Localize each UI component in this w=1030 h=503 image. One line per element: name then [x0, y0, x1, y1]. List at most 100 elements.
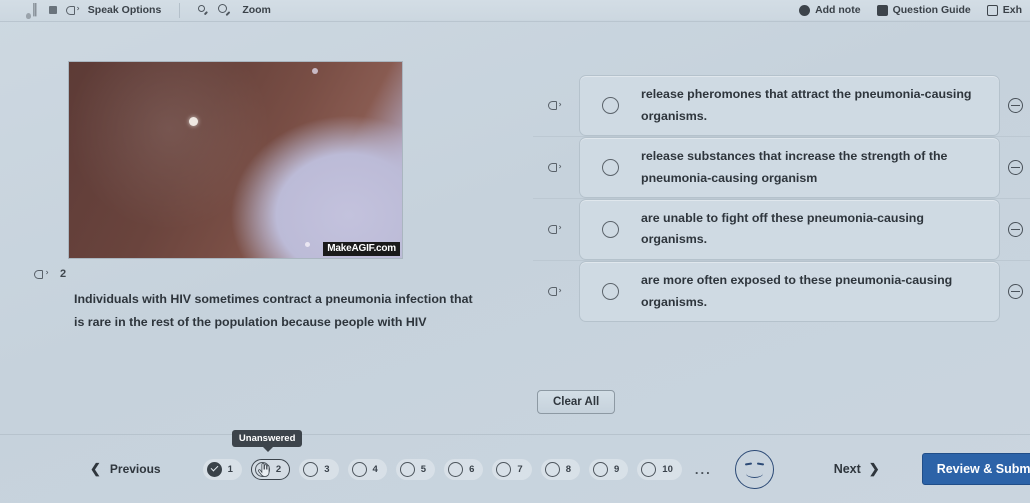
question-pager: 1 Unanswered 2 3 4 5 6 7 8 9 10 ... — [202, 429, 774, 489]
pager-item-10[interactable]: 10 — [637, 458, 682, 480]
stimulus-image: MakeAGIF.com — [68, 61, 403, 259]
stimulus-pane: MakeAGIF.com 2 Individuals with HIV some… — [0, 20, 500, 420]
answer-option-c[interactable]: are unable to fight off these pneumonia-… — [533, 199, 1030, 261]
zoom-control[interactable]: Zoom — [198, 3, 271, 17]
smiley-face-icon[interactable] — [734, 449, 774, 489]
eliminate-option-d-button[interactable] — [1000, 284, 1030, 300]
toolbar-right-group: Add note Question Guide Exh — [799, 4, 1030, 16]
pager-number: 1 — [227, 463, 233, 475]
zoom-label: Zoom — [242, 4, 271, 16]
clear-all-button[interactable]: Clear All — [537, 390, 616, 414]
content-area: MakeAGIF.com 2 Individuals with HIV some… — [0, 20, 1030, 503]
next-button[interactable]: Next ❯ — [834, 461, 880, 477]
zoom-in-icon[interactable] — [218, 3, 231, 17]
stop-icon[interactable] — [48, 6, 57, 14]
option-card[interactable]: are more often exposed to these pneumoni… — [579, 261, 1000, 322]
image-highlight-dot — [188, 116, 198, 126]
exam-screen: ║ Speak Options Zoom Add note Question G… — [0, 0, 1030, 503]
add-note-icon — [799, 4, 811, 16]
answer-option-d[interactable]: are more often exposed to these pneumoni… — [533, 261, 1030, 323]
option-card[interactable]: are unable to fight off these pneumonia-… — [579, 199, 1000, 260]
pager-item-7[interactable]: 7 — [492, 458, 532, 480]
option-speaker-button[interactable] — [533, 286, 579, 298]
question-stem: Individuals with HIV sometimes contract … — [74, 292, 473, 329]
answered-check-icon — [206, 461, 222, 477]
pager-number: 8 — [565, 463, 571, 475]
pager-number: 2 — [275, 463, 282, 475]
pager-status-icon — [303, 461, 319, 477]
option-radio-a[interactable] — [602, 97, 619, 114]
pager-item-5[interactable]: 5 — [395, 458, 436, 480]
add-note-button[interactable]: Add note — [799, 4, 861, 16]
pager-item-6[interactable]: 6 — [444, 458, 484, 480]
answer-option-b[interactable]: release substances that increase the str… — [533, 137, 1030, 199]
speaker-icon — [547, 100, 565, 112]
pager-item-9[interactable]: 9 — [588, 458, 629, 480]
review-and-submit-button[interactable]: Review & Submit — [921, 453, 1030, 485]
add-note-label: Add note — [815, 4, 861, 16]
option-radio-c[interactable] — [602, 220, 619, 238]
next-label: Next — [833, 462, 861, 476]
chevron-right-icon: ❯ — [868, 461, 880, 476]
image-watermark: MakeAGIF.com — [323, 242, 400, 256]
speak-options-label: Speak Options — [87, 4, 162, 16]
eliminate-option-b-button[interactable] — [1000, 160, 1030, 175]
image-highlight-dot — [312, 67, 319, 74]
eliminate-icon — [1007, 98, 1023, 113]
option-card[interactable]: release substances that increase the str… — [579, 137, 1000, 198]
eliminate-icon — [1007, 284, 1023, 300]
question-speaker-button[interactable] — [34, 267, 51, 285]
speaker-icon — [547, 286, 565, 298]
question-number: 2 — [60, 268, 67, 280]
speak-options-button[interactable]: Speak Options — [65, 4, 162, 16]
pager-ellipsis[interactable]: ... — [691, 462, 716, 477]
speaker-icon — [547, 223, 565, 235]
eliminate-icon — [1007, 160, 1023, 175]
question-guide-label: Question Guide — [892, 4, 971, 16]
eliminate-option-a-button[interactable] — [1000, 98, 1030, 113]
option-text-a: release pheromones that attract the pneu… — [641, 87, 972, 123]
bottom-navigation-bar: ❮ Previous 1 Unanswered 2 3 4 5 6 7 8 9 … — [0, 429, 1030, 503]
option-radio-b[interactable] — [602, 159, 619, 176]
speaker-icon — [65, 4, 83, 16]
top-toolbar: ║ Speak Options Zoom Add note Question G… — [0, 0, 1030, 20]
pager-status-icon — [351, 461, 367, 477]
pager-status-icon — [641, 461, 657, 477]
pager-number: 4 — [372, 463, 378, 475]
option-speaker-button[interactable] — [533, 223, 579, 235]
option-speaker-button[interactable] — [533, 162, 579, 174]
previous-button[interactable]: ❮ Previous — [90, 461, 161, 477]
option-radio-d[interactable] — [602, 283, 619, 301]
pager-status-icon — [399, 461, 415, 477]
pager-number: 5 — [420, 463, 427, 475]
toolbar-divider — [179, 2, 181, 18]
option-text-d: are more often exposed to these pneumoni… — [641, 273, 953, 309]
option-text-b: release substances that increase the str… — [641, 149, 948, 185]
pager-number: 10 — [662, 463, 673, 475]
toolbar-left-group: ║ Speak Options Zoom — [0, 2, 271, 18]
option-card[interactable]: release pheromones that attract the pneu… — [579, 75, 1000, 136]
eliminate-icon — [1007, 221, 1023, 237]
eliminate-option-c-button[interactable] — [1000, 221, 1030, 237]
pager-item-2[interactable]: Unanswered 2 — [231, 429, 303, 480]
pager-item-4[interactable]: 4 — [347, 458, 387, 480]
image-highlight-dot — [305, 242, 311, 248]
exhibit-label: Exh — [1002, 4, 1022, 16]
pager-number: 6 — [469, 463, 475, 475]
question-guide-icon — [876, 4, 888, 16]
answer-option-a[interactable]: release pheromones that attract the pneu… — [533, 75, 1030, 137]
exhibit-button[interactable]: Exh — [986, 4, 1022, 16]
zoom-out-icon[interactable] — [198, 4, 209, 16]
pager-status-icon — [254, 461, 270, 477]
pager-status-icon — [496, 461, 512, 477]
pager-item-8[interactable]: 8 — [540, 458, 580, 480]
pause-icon[interactable]: ║ — [31, 4, 40, 16]
speaker-icon — [547, 162, 565, 174]
exhibit-icon — [986, 4, 998, 16]
option-speaker-button[interactable] — [533, 100, 579, 112]
question-guide-button[interactable]: Question Guide — [876, 4, 971, 16]
pager-number: 7 — [517, 463, 523, 475]
pager-item-3[interactable]: 3 — [299, 458, 339, 480]
pager-number: 9 — [613, 463, 620, 475]
pager-item-1[interactable]: 1 — [202, 458, 242, 480]
